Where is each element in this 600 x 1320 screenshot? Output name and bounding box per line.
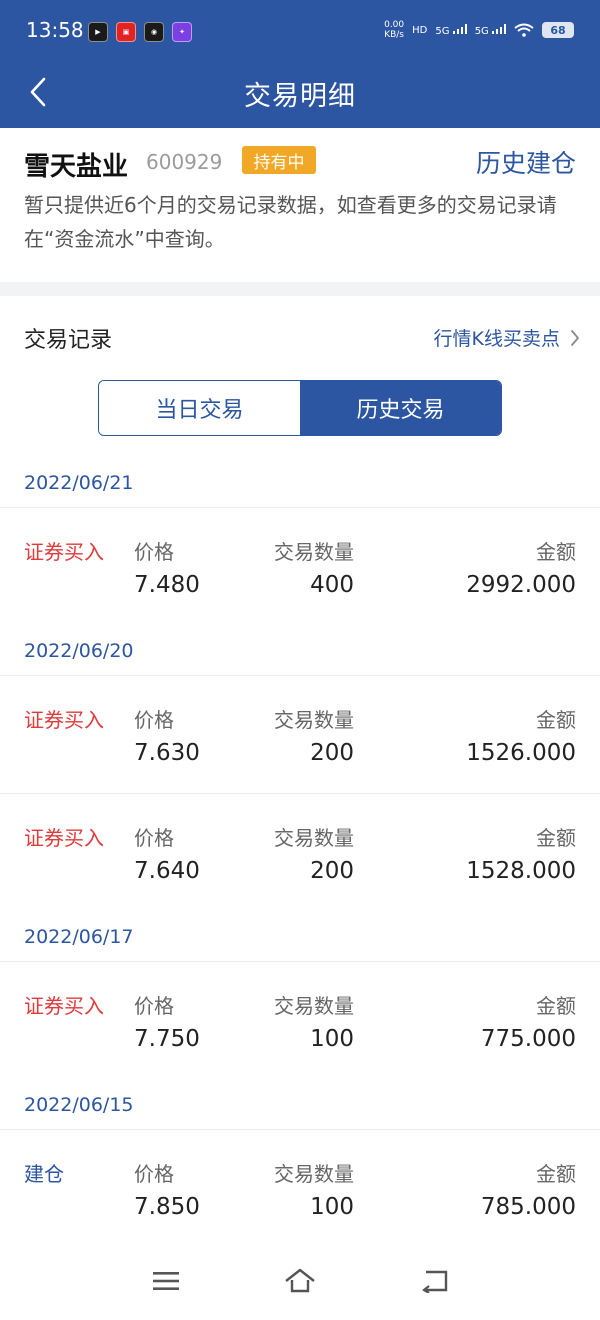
trade-tabs: 当日交易 历史交易 bbox=[98, 380, 502, 436]
video-app-icon: ▶ bbox=[88, 22, 108, 42]
records-title: 交易记录 bbox=[24, 328, 113, 353]
price-label: 价格 bbox=[134, 708, 174, 732]
wifi-icon bbox=[514, 23, 534, 37]
signal-icon bbox=[452, 23, 467, 34]
trade-type: 证券买入 bbox=[24, 994, 104, 1018]
notification-icons: ▶ ▣ ◉ ✦ bbox=[88, 22, 192, 42]
amount-label: 金额 bbox=[536, 1162, 576, 1186]
qty-label: 交易数量 bbox=[274, 826, 354, 850]
price-value: 7.630 bbox=[134, 740, 200, 766]
date-header: 2022/06/20 bbox=[0, 626, 600, 676]
price-label: 价格 bbox=[134, 994, 174, 1018]
stock-info: 雪天盐业 600929 持有中 历史建仓 暂只提供近6个月的交易记录数据，如查看… bbox=[0, 128, 600, 282]
history-build-link[interactable]: 历史建仓 bbox=[476, 144, 576, 180]
battery-icon: 68 bbox=[542, 22, 574, 38]
price-value: 7.480 bbox=[134, 572, 200, 598]
trade-type: 证券买入 bbox=[24, 708, 104, 732]
trade-type: 建仓 bbox=[24, 1162, 64, 1186]
section-divider bbox=[0, 282, 600, 296]
signal2-label: 5G bbox=[474, 25, 489, 37]
net-speed-unit: KB/s bbox=[384, 30, 405, 40]
hd-label: HD bbox=[412, 24, 428, 36]
amount-value: 1528.000 bbox=[466, 858, 576, 884]
status-bar: 13:58 ▶ ▣ ◉ ✦ 0.00 KB/s HD 5G 5G 68 bbox=[0, 0, 600, 64]
system-nav-bar bbox=[0, 1240, 600, 1320]
amount-label: 金额 bbox=[536, 826, 576, 850]
menu-icon[interactable] bbox=[146, 1266, 186, 1296]
price-value: 7.640 bbox=[134, 858, 200, 884]
kline-link[interactable]: 行情K线买卖点 bbox=[434, 324, 580, 351]
xiaohongshu-app-icon: ▣ bbox=[116, 22, 136, 42]
amount-value: 785.000 bbox=[480, 1194, 576, 1220]
qty-label: 交易数量 bbox=[274, 994, 354, 1018]
notice-text: 暂只提供近6个月的交易记录数据，如查看更多的交易记录请在“资金流水”中查询。 bbox=[24, 193, 557, 251]
amount-label: 金额 bbox=[536, 708, 576, 732]
holding-badge: 持有中 bbox=[242, 146, 316, 174]
qty-label: 交易数量 bbox=[274, 540, 354, 564]
trade-type: 证券买入 bbox=[24, 826, 104, 850]
trade-row[interactable]: 证券买入 价格 交易数量 金额 7.630 200 1526.000 bbox=[0, 676, 600, 794]
video-app-icon-2: ◉ bbox=[144, 22, 164, 42]
date-header: 2022/06/21 bbox=[0, 458, 600, 508]
net-speed: 0.00 KB/s bbox=[384, 20, 404, 40]
amount-value: 2992.000 bbox=[466, 572, 576, 598]
tab-today-trades[interactable]: 当日交易 bbox=[99, 381, 300, 435]
signal-5g-2: 5G bbox=[474, 23, 506, 37]
price-value: 7.850 bbox=[134, 1194, 200, 1220]
amount-label: 金额 bbox=[536, 994, 576, 1018]
tab-history-trades[interactable]: 历史交易 bbox=[300, 381, 501, 435]
trade-type: 证券买入 bbox=[24, 540, 104, 564]
kline-link-label: 行情K线买卖点 bbox=[433, 328, 560, 350]
trade-row[interactable]: 建仓 价格 交易数量 金额 7.850 100 785.000 bbox=[0, 1130, 600, 1248]
status-time: 13:58 bbox=[26, 18, 84, 42]
amount-value: 775.000 bbox=[480, 1026, 576, 1052]
qty-value: 400 bbox=[310, 572, 354, 598]
status-right: 0.00 KB/s HD 5G 5G 68 bbox=[384, 20, 574, 40]
date-header: 2022/06/15 bbox=[0, 1080, 600, 1130]
stock-code: 600929 bbox=[146, 150, 223, 174]
news-app-icon: ✦ bbox=[172, 22, 192, 42]
signal-icon-2 bbox=[492, 23, 506, 34]
chevron-right-icon bbox=[571, 329, 579, 346]
qty-value: 100 bbox=[310, 1026, 354, 1052]
trade-row[interactable]: 证券买入 价格 交易数量 金额 7.750 100 775.000 bbox=[0, 962, 600, 1080]
price-label: 价格 bbox=[134, 540, 174, 564]
qty-value: 200 bbox=[310, 740, 354, 766]
net-speed-value: 0.00 bbox=[384, 20, 405, 30]
page-title: 交易明细 bbox=[244, 81, 356, 112]
trade-list: 2022/06/21 证券买入 价格 交易数量 金额 7.480 400 2992.000 20… bbox=[0, 458, 600, 1248]
stock-name: 雪天盐业 bbox=[24, 152, 129, 182]
amount-value: 1526.000 bbox=[466, 740, 576, 766]
price-label: 价格 bbox=[134, 1162, 174, 1186]
qty-label: 交易数量 bbox=[274, 708, 354, 732]
trade-row[interactable]: 证券买入 价格 交易数量 金额 7.480 400 2992.000 bbox=[0, 508, 600, 626]
top-bar: 13:58 ▶ ▣ ◉ ✦ 0.00 KB/s HD 5G 5G 68 交易明细 bbox=[0, 0, 600, 128]
trade-row[interactable]: 证券买入 价格 交易数量 金额 7.640 200 1528.000 bbox=[0, 794, 600, 912]
back-icon[interactable] bbox=[414, 1266, 454, 1296]
signal1-label: 5G bbox=[435, 25, 450, 37]
qty-label: 交易数量 bbox=[274, 1162, 354, 1186]
price-label: 价格 bbox=[134, 826, 174, 850]
price-value: 7.750 bbox=[134, 1026, 200, 1052]
qty-value: 200 bbox=[310, 858, 354, 884]
qty-value: 100 bbox=[310, 1194, 354, 1220]
amount-label: 金额 bbox=[536, 540, 576, 564]
date-header: 2022/06/17 bbox=[0, 912, 600, 962]
signal-5g-1: 5G bbox=[435, 23, 467, 37]
home-icon[interactable] bbox=[280, 1266, 320, 1296]
